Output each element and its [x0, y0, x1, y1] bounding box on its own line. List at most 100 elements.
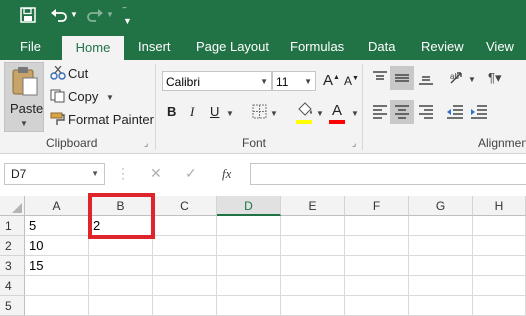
- cell-g4[interactable]: [409, 276, 473, 296]
- undo-dropdown-icon[interactable]: ▼: [70, 10, 78, 19]
- name-box[interactable]: D7 ▼: [4, 163, 105, 185]
- tab-home[interactable]: Home: [62, 36, 124, 60]
- formula-input[interactable]: [250, 163, 526, 185]
- paragraph-direction-icon[interactable]: ¶▾: [488, 70, 502, 86]
- tab-page-layout[interactable]: Page Layout: [196, 34, 269, 60]
- cell-c1[interactable]: [153, 216, 217, 236]
- cell-b4[interactable]: [89, 276, 153, 296]
- cell-e2[interactable]: [281, 236, 345, 256]
- cell-a1[interactable]: 5: [25, 216, 89, 236]
- cell-d2[interactable]: [217, 236, 281, 256]
- cell-d5[interactable]: [217, 296, 281, 316]
- copy-dropdown-icon[interactable]: ▼: [106, 93, 114, 102]
- cell-f2[interactable]: [345, 236, 409, 256]
- cell-g2[interactable]: [409, 236, 473, 256]
- save-icon[interactable]: [20, 7, 36, 23]
- select-all-corner[interactable]: [0, 196, 25, 216]
- borders-icon[interactable]: [252, 104, 267, 119]
- middle-align-button[interactable]: [390, 66, 414, 90]
- cell-a4[interactable]: [25, 276, 89, 296]
- tab-formulas[interactable]: Formulas: [290, 34, 344, 60]
- cell-c2[interactable]: [153, 236, 217, 256]
- undo-icon[interactable]: [50, 7, 68, 23]
- cell-b2[interactable]: [89, 236, 153, 256]
- cell-h1[interactable]: [473, 216, 526, 236]
- column-header-h[interactable]: H: [473, 196, 526, 216]
- font-launcher-icon[interactable]: ⌟: [352, 138, 356, 149]
- font-name-dropdown-icon[interactable]: ▼: [260, 72, 268, 92]
- bold-button[interactable]: B: [167, 104, 176, 119]
- copy-button[interactable]: Copy: [68, 89, 98, 104]
- cell-b3[interactable]: [89, 256, 153, 276]
- align-right-icon[interactable]: [418, 104, 434, 120]
- column-header-f[interactable]: F: [345, 196, 409, 216]
- tab-review[interactable]: Review: [421, 34, 464, 60]
- font-name-box[interactable]: Calibri ▼: [162, 71, 272, 91]
- cell-f1[interactable]: [345, 216, 409, 236]
- format-painter-button[interactable]: Format Painter: [68, 112, 154, 127]
- row-header-3[interactable]: 3: [0, 256, 25, 276]
- cell-f4[interactable]: [345, 276, 409, 296]
- customize-qat-icon[interactable]: ‾ ▼: [123, 8, 132, 26]
- row-header-5[interactable]: 5: [0, 296, 25, 316]
- decrease-font-size-icon[interactable]: A▼: [344, 74, 359, 88]
- fill-color-dropdown-icon[interactable]: ▼: [316, 109, 324, 118]
- cell-e4[interactable]: [281, 276, 345, 296]
- cell-a2[interactable]: 10: [25, 236, 89, 256]
- column-header-d[interactable]: D: [217, 196, 281, 216]
- fill-color-icon[interactable]: [296, 101, 314, 121]
- cell-h5[interactable]: [473, 296, 526, 316]
- cell-d4[interactable]: [217, 276, 281, 296]
- borders-dropdown-icon[interactable]: ▼: [270, 109, 278, 118]
- cell-h2[interactable]: [473, 236, 526, 256]
- font-color-dropdown-icon[interactable]: ▼: [351, 109, 359, 118]
- cell-e1[interactable]: [281, 216, 345, 236]
- cell-e3[interactable]: [281, 256, 345, 276]
- font-color-button[interactable]: A: [332, 102, 342, 119]
- column-header-c[interactable]: C: [153, 196, 217, 216]
- decrease-indent-icon[interactable]: [446, 104, 464, 120]
- align-left-icon[interactable]: [372, 104, 388, 120]
- bottom-align-icon[interactable]: [418, 70, 434, 86]
- clipboard-launcher-icon[interactable]: ⌟: [144, 138, 148, 149]
- tab-file[interactable]: File: [20, 34, 41, 60]
- cell-h4[interactable]: [473, 276, 526, 296]
- orientation-icon[interactable]: ab: [448, 69, 466, 87]
- formula-bar-grip-icon[interactable]: · · ·: [121, 162, 125, 184]
- cell-c3[interactable]: [153, 256, 217, 276]
- cell-g5[interactable]: [409, 296, 473, 316]
- tab-view[interactable]: View: [486, 34, 514, 60]
- column-header-a[interactable]: A: [25, 196, 89, 216]
- name-box-dropdown-icon[interactable]: ▼: [91, 169, 99, 178]
- tab-data[interactable]: Data: [368, 34, 395, 60]
- row-header-4[interactable]: 4: [0, 276, 25, 296]
- font-size-box[interactable]: 11 ▼: [272, 71, 316, 91]
- cell-f3[interactable]: [345, 256, 409, 276]
- cell-g1[interactable]: [409, 216, 473, 236]
- column-header-g[interactable]: G: [409, 196, 473, 216]
- align-center-button[interactable]: [390, 100, 414, 124]
- cell-g3[interactable]: [409, 256, 473, 276]
- cell-c5[interactable]: [153, 296, 217, 316]
- italic-button[interactable]: I: [190, 104, 194, 120]
- underline-button[interactable]: U: [210, 104, 219, 119]
- underline-dropdown-icon[interactable]: ▼: [226, 109, 234, 118]
- row-header-1[interactable]: 1: [0, 216, 25, 236]
- insert-function-icon[interactable]: fx: [222, 166, 231, 182]
- cell-d1[interactable]: [217, 216, 281, 236]
- font-size-dropdown-icon[interactable]: ▼: [304, 72, 312, 92]
- cell-e5[interactable]: [281, 296, 345, 316]
- cell-a3[interactable]: 15: [25, 256, 89, 276]
- increase-font-size-icon[interactable]: A▲: [323, 72, 340, 89]
- cell-f5[interactable]: [345, 296, 409, 316]
- tab-insert[interactable]: Insert: [138, 34, 171, 60]
- cell-c4[interactable]: [153, 276, 217, 296]
- row-header-2[interactable]: 2: [0, 236, 25, 256]
- top-align-icon[interactable]: [372, 70, 388, 86]
- increase-indent-icon[interactable]: [470, 104, 488, 120]
- cell-h3[interactable]: [473, 256, 526, 276]
- paste-button[interactable]: Paste ▼: [4, 62, 44, 132]
- cell-a5[interactable]: [25, 296, 89, 316]
- cell-d3[interactable]: [217, 256, 281, 276]
- orientation-dropdown-icon[interactable]: ▼: [468, 75, 476, 84]
